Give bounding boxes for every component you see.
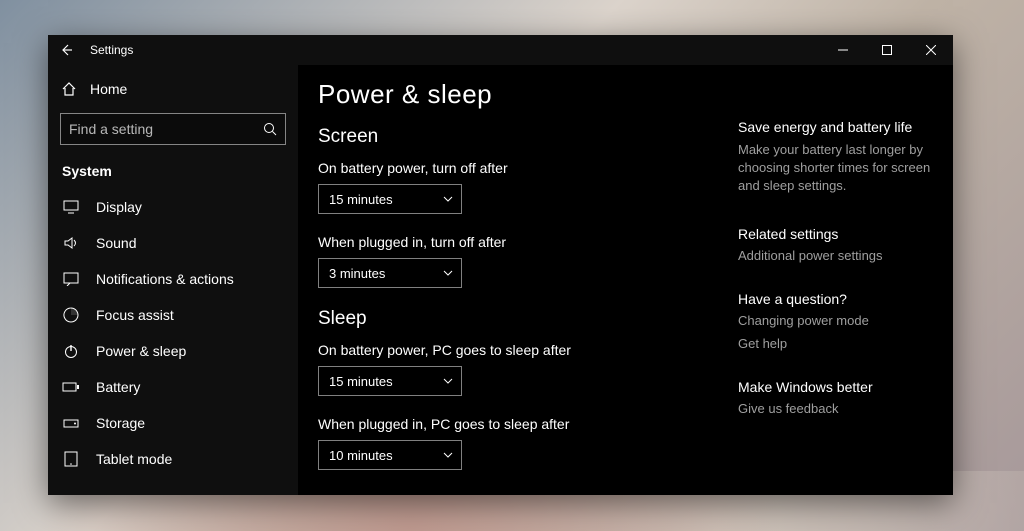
battery-icon [62, 381, 80, 393]
screen-plugged-label: When plugged in, turn off after [318, 234, 716, 250]
storage-icon [62, 417, 80, 429]
settings-window: Settings Home Syst [48, 35, 953, 495]
sidebar-item-label: Focus assist [96, 307, 174, 323]
select-value: 3 minutes [329, 266, 385, 281]
sleep-battery-label: On battery power, PC goes to sleep after [318, 342, 716, 358]
sidebar-item-focus[interactable]: Focus assist [48, 297, 298, 333]
window-title: Settings [90, 43, 133, 57]
maximize-icon [882, 45, 892, 55]
sleep-battery-select[interactable]: 15 minutes [318, 366, 462, 396]
maximize-button[interactable] [865, 35, 909, 65]
sidebar-item-label: Battery [96, 379, 140, 395]
select-value: 15 minutes [329, 374, 393, 389]
sidebar-section: System [48, 159, 298, 189]
tablet-icon [62, 451, 80, 467]
window-controls [821, 35, 953, 65]
screen-battery-select[interactable]: 15 minutes [318, 184, 462, 214]
sidebar-item-label: Tablet mode [96, 451, 172, 467]
sidebar-item-display[interactable]: Display [48, 189, 298, 225]
content-area: Power & sleep Screen On battery power, t… [298, 65, 953, 495]
feedback-link[interactable]: Give us feedback [738, 401, 933, 416]
sidebar-item-label: Sound [96, 235, 136, 251]
display-icon [62, 200, 80, 214]
select-value: 10 minutes [329, 448, 393, 463]
close-icon [926, 45, 936, 55]
titlebar: Settings [48, 35, 953, 65]
sleep-plugged-select[interactable]: 10 minutes [318, 440, 462, 470]
home-icon [60, 81, 78, 97]
sleep-plugged-label: When plugged in, PC goes to sleep after [318, 416, 716, 432]
aside-better-heading: Make Windows better [738, 379, 933, 395]
get-help-link[interactable]: Get help [738, 336, 933, 351]
sidebar-item-storage[interactable]: Storage [48, 405, 298, 441]
main-column: Power & sleep Screen On battery power, t… [318, 77, 716, 495]
minimize-button[interactable] [821, 35, 865, 65]
sidebar-item-label: Storage [96, 415, 145, 431]
sidebar-item-tablet[interactable]: Tablet mode [48, 441, 298, 477]
close-button[interactable] [909, 35, 953, 65]
search-box[interactable] [60, 113, 286, 145]
sidebar: Home System Display Sound Notifications … [48, 65, 298, 495]
aside-energy-heading: Save energy and battery life [738, 119, 933, 135]
sidebar-item-label: Power & sleep [96, 343, 186, 359]
screen-battery-label: On battery power, turn off after [318, 160, 716, 176]
page-title: Power & sleep [318, 79, 716, 110]
aside-question-heading: Have a question? [738, 291, 933, 307]
home-nav[interactable]: Home [48, 75, 298, 109]
chevron-down-icon [443, 452, 453, 458]
focus-icon [62, 307, 80, 323]
sidebar-item-battery[interactable]: Battery [48, 369, 298, 405]
sidebar-item-notifications[interactable]: Notifications & actions [48, 261, 298, 297]
arrow-left-icon [59, 43, 73, 57]
sidebar-item-label: Display [96, 199, 142, 215]
screen-heading: Screen [318, 126, 716, 148]
screen-plugged-select[interactable]: 3 minutes [318, 258, 462, 288]
chevron-down-icon [443, 270, 453, 276]
sidebar-item-label: Notifications & actions [96, 271, 234, 287]
aside-related-heading: Related settings [738, 226, 933, 242]
search-icon [263, 122, 277, 136]
chevron-down-icon [443, 378, 453, 384]
sleep-heading: Sleep [318, 308, 716, 330]
select-value: 15 minutes [329, 192, 393, 207]
back-button[interactable] [48, 35, 84, 65]
aside-energy-text: Make your battery last longer by choosin… [738, 141, 933, 196]
search-input[interactable] [69, 121, 257, 137]
minimize-icon [838, 45, 848, 55]
sound-icon [62, 236, 80, 250]
aside-column: Save energy and battery life Make your b… [716, 77, 953, 495]
sidebar-item-sound[interactable]: Sound [48, 225, 298, 261]
chevron-down-icon [443, 196, 453, 202]
additional-power-link[interactable]: Additional power settings [738, 248, 933, 263]
sidebar-item-power[interactable]: Power & sleep [48, 333, 298, 369]
power-icon [62, 343, 80, 359]
home-label: Home [90, 81, 127, 97]
changing-power-mode-link[interactable]: Changing power mode [738, 313, 933, 328]
notifications-icon [62, 272, 80, 286]
